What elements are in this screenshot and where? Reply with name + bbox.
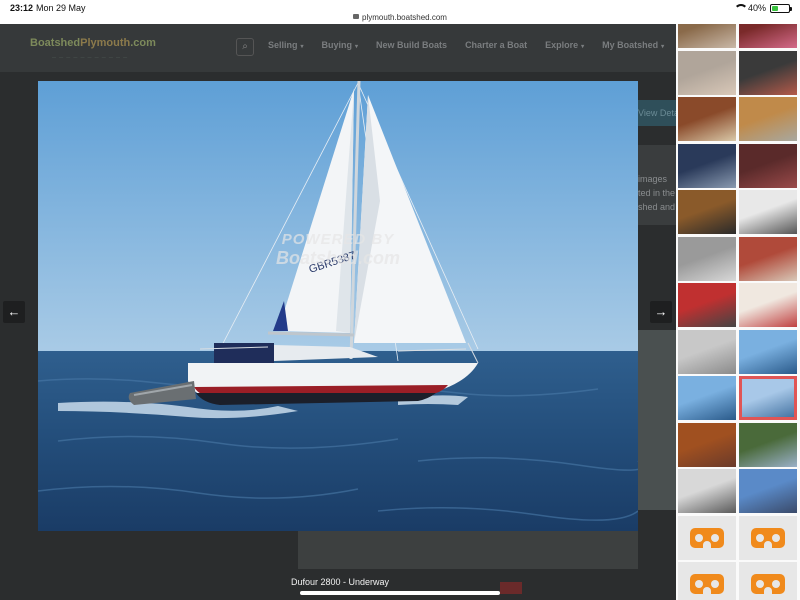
logo-tagline: — — — — — — — — — — — (52, 54, 129, 59)
home-indicator[interactable] (300, 591, 500, 595)
prev-arrow-icon[interactable]: ← (3, 301, 25, 323)
bg-text-1: images (638, 174, 668, 184)
thumbnail-strip[interactable] (676, 24, 800, 600)
gallery-thumbnail[interactable] (678, 329, 736, 374)
bg-image-block (638, 330, 676, 510)
lock-icon (353, 14, 360, 20)
vr-headset-icon (751, 527, 785, 548)
vr-headset-icon (690, 527, 724, 548)
nav-new-build-boats[interactable]: New Build Boats (376, 40, 447, 50)
sailboat-photo: GBR5387 (38, 81, 638, 531)
battery-icon (770, 3, 792, 13)
gallery-thumbnail[interactable] (678, 469, 736, 513)
gallery-thumbnail[interactable] (678, 190, 736, 234)
gallery-thumbnail[interactable] (739, 97, 797, 141)
gallery-thumbnail[interactable] (739, 190, 797, 234)
gallery-thumbnail[interactable] (678, 143, 736, 188)
vr-tour-thumbnail[interactable] (739, 515, 797, 560)
gallery-thumbnail[interactable] (739, 283, 797, 327)
photo-caption: Dufour 2800 - Underway (290, 577, 390, 587)
gallery-thumbnail[interactable] (739, 422, 797, 467)
search-icon[interactable]: ⌕ (236, 38, 254, 56)
gallery-thumbnail[interactable] (678, 376, 736, 420)
gallery-thumbnail[interactable] (739, 329, 797, 374)
wifi-icon (733, 4, 748, 12)
gallery-thumbnail[interactable] (739, 24, 797, 48)
nav-my-boatshed[interactable]: My Boatshed ▾ (602, 40, 664, 50)
bg-bottom-block (298, 531, 638, 569)
address-bar[interactable]: plymouth.boatshed.com (0, 13, 800, 22)
vr-headset-icon (751, 574, 785, 594)
gallery-thumbnail[interactable] (678, 422, 736, 467)
url-text: plymouth.boatshed.com (362, 13, 447, 22)
main-photo[interactable]: GBR5387 POWERED BY Boatshed.com (38, 81, 638, 531)
gallery-thumbnail[interactable] (678, 24, 736, 48)
gallery-thumbnail[interactable] (739, 376, 797, 420)
nav-selling[interactable]: Selling ▾ (268, 40, 304, 50)
vr-tour-thumbnail[interactable] (678, 515, 736, 560)
next-arrow-icon[interactable]: → (650, 301, 672, 323)
nav-explore[interactable]: Explore ▾ (545, 40, 584, 50)
gallery-thumbnail[interactable] (739, 469, 797, 513)
bg-details-label: View Details (638, 108, 676, 118)
gallery-thumbnail[interactable] (678, 97, 736, 141)
vr-tour-thumbnail[interactable] (678, 562, 736, 600)
gallery-thumbnail[interactable] (678, 236, 736, 281)
site-logo[interactable]: BoatshedPlymouth.com (30, 37, 156, 49)
status-date: Mon 29 May (36, 3, 86, 13)
main-nav: Selling ▾ Buying ▾ New Build Boats Charter… (268, 40, 664, 50)
gallery-thumbnail[interactable] (739, 143, 797, 188)
gallery-thumbnail[interactable] (678, 283, 736, 327)
gallery-thumbnail[interactable] (739, 236, 797, 281)
bg-text-2: ted in the (638, 188, 676, 198)
status-bar: 23:12 Mon 29 May plymouth.boatshed.com 4… (0, 0, 800, 24)
status-time: 23:12 (10, 3, 34, 13)
vr-headset-icon (690, 574, 724, 594)
nav-buying[interactable]: Buying ▾ (322, 40, 359, 50)
gallery-thumbnail[interactable] (739, 50, 797, 95)
bg-text-3: shed and (638, 202, 676, 212)
nav-charter-a-boat[interactable]: Charter a Boat (465, 40, 527, 50)
gallery-thumbnail[interactable] (678, 50, 736, 95)
battery-percent: 40% (747, 3, 766, 13)
vr-tour-thumbnail[interactable] (739, 562, 797, 600)
status-right: 40% (733, 3, 792, 13)
